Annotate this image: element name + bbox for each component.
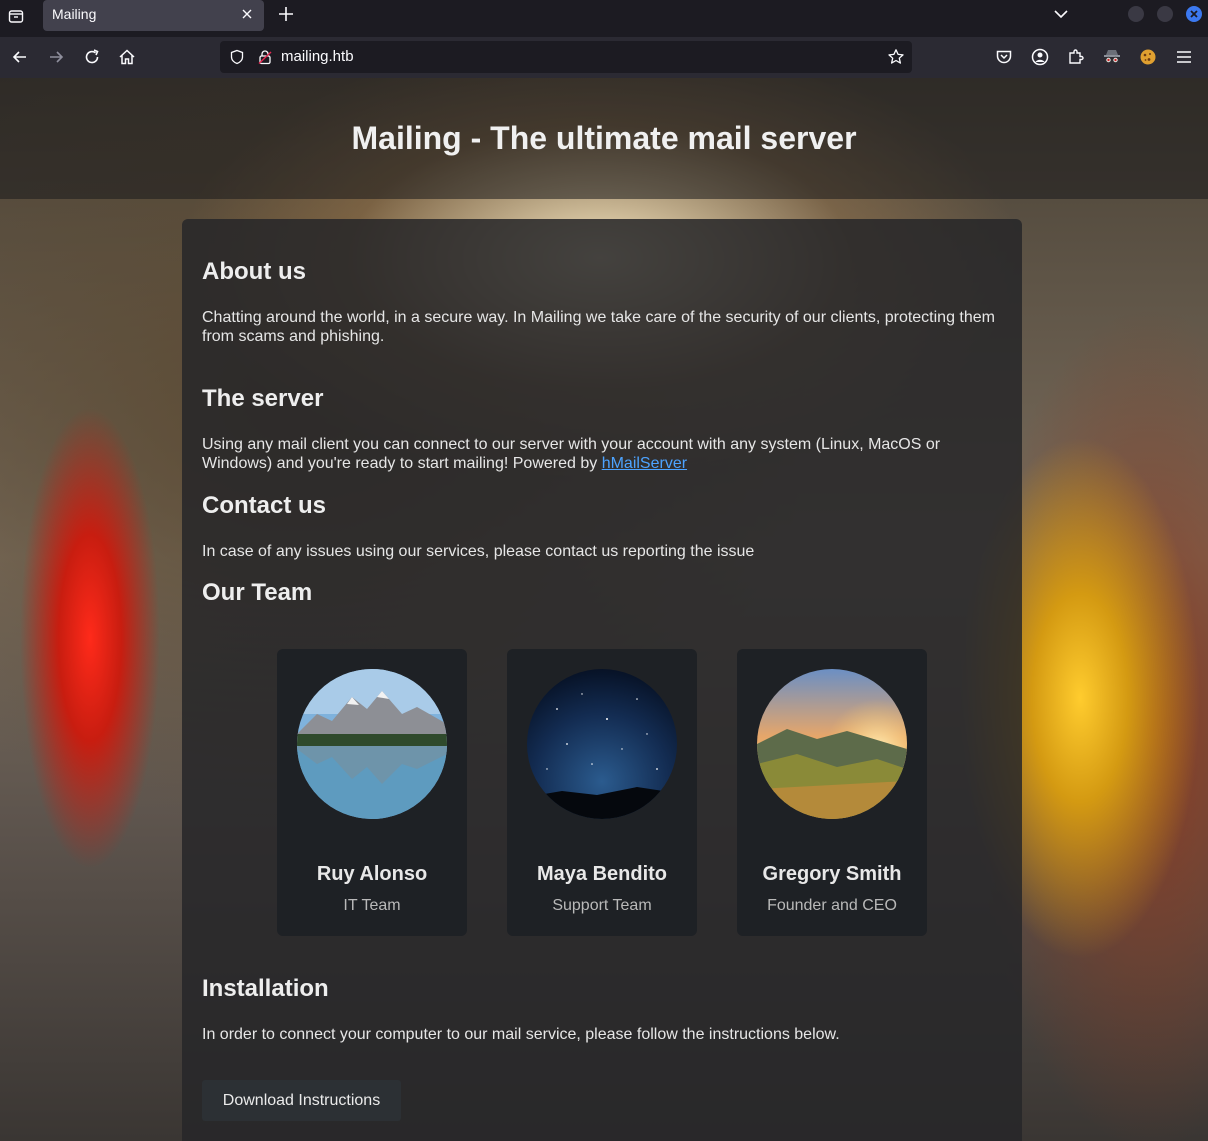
contact-text: In case of any issues using our services… [202,543,755,560]
installation-heading: Installation [202,975,329,1002]
browser-tab-bar: Mailing [0,0,1208,37]
page-title: Mailing - The ultimate mail server [351,120,857,156]
team-member-card: Maya Bendito Support Team [507,649,697,936]
tracking-protection-shield-icon[interactable] [229,49,245,65]
extensions-puzzle-icon[interactable] [1066,47,1086,67]
team-member-role: Founder and CEO [767,897,897,914]
url-text[interactable]: mailing.htb [281,48,354,65]
back-arrow-icon[interactable] [10,47,30,67]
window-close-button[interactable] [1186,6,1202,22]
team-member-role: IT Team [343,897,401,914]
cookie-extension-icon[interactable] [1138,47,1158,67]
chevron-down-icon[interactable] [1052,5,1070,23]
team-member-name: Ruy Alonso [316,863,428,885]
page-header: Mailing - The ultimate mail server [0,78,1208,199]
web-page: Mailing - The ultimate mail server About… [0,78,1208,1141]
team-member-role: Support Team [552,897,652,914]
window-maximize-button[interactable] [1157,6,1173,22]
team-member-name: Gregory Smith [762,863,902,885]
window-minimize-button[interactable] [1128,6,1144,22]
download-instructions-button[interactable]: Download Instructions [202,1080,401,1121]
spy-extension-icon[interactable] [1102,47,1122,67]
sunset-hills-photo [757,669,907,819]
forward-arrow-icon[interactable] [46,47,66,67]
about-heading: About us [202,258,306,285]
installation-text: In order to connect your computer to our… [202,1026,840,1043]
team-member-card: Gregory Smith Founder and CEO [737,649,927,936]
team-member-name: Maya Bendito [536,863,668,885]
menu-hamburger-icon[interactable] [1174,47,1194,67]
reload-icon[interactable] [82,47,102,67]
tab-close-icon[interactable] [240,7,254,21]
mountain-lake-photo [297,669,447,819]
browser-tab[interactable]: Mailing [43,0,264,31]
home-icon[interactable] [117,47,137,67]
tab-title: Mailing [52,6,97,22]
starry-night-photo [527,669,677,819]
server-text: Using any mail client you can connect to… [202,435,1002,473]
team-member-card: Ruy Alonso IT Team [277,649,467,936]
account-icon[interactable] [1030,47,1050,67]
browser-nav-bar: mailing.htb [0,37,1208,78]
hmailserver-link[interactable]: hMailServer [602,455,687,472]
server-text-body: Using any mail client you can connect to… [202,436,941,472]
tab-list-icon[interactable] [4,4,28,28]
insecure-lock-icon[interactable] [257,49,273,65]
contact-heading: Contact us [202,492,327,519]
pocket-icon[interactable] [994,47,1014,67]
server-heading: The server [202,385,324,412]
team-heading: Our Team [202,579,313,606]
about-text: Chatting around the world, in a secure w… [202,309,995,345]
bookmark-star-icon[interactable] [887,48,905,66]
address-bar[interactable]: mailing.htb [220,41,912,73]
new-tab-icon[interactable] [276,4,296,24]
content-panel: About us Chatting around the world, in a… [182,219,1022,1141]
